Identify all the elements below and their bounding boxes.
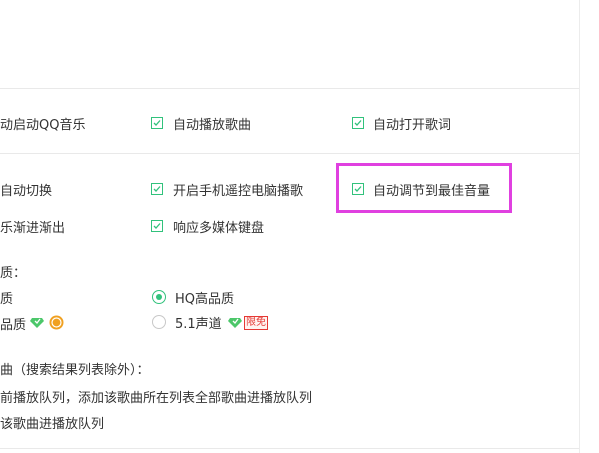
quality-option-left-2[interactable]: 品质 [0,314,26,333]
dblclick-option-2[interactable]: 该歌曲进播放队列 [0,413,104,432]
phone-remote-label[interactable]: 开启手机遥控电脑播歌 [173,180,303,199]
check-icon [354,120,362,126]
phone-remote-checkbox[interactable] [151,183,163,195]
check-icon [153,223,161,229]
diamond-icon [228,317,242,333]
divider-middle [0,153,579,154]
coin-icon [49,315,64,334]
surround-radio[interactable] [152,315,166,329]
hq-radio[interactable] [152,290,166,304]
diamond-icon [30,317,44,333]
quality-heading: 质： [0,266,27,281]
surround-label[interactable]: 5.1声道 [175,313,222,332]
check-icon [153,186,161,192]
auto-lyrics-label[interactable]: 自动打开歌词 [373,114,451,133]
media-keys-checkbox[interactable] [151,220,163,232]
dblclick-heading: 曲（搜索结果列表除外）： [0,363,150,378]
check-icon [153,120,161,126]
auto-switch-label[interactable]: 自动切换 [0,180,52,199]
auto-play-label[interactable]: 自动播放歌曲 [173,114,251,133]
auto-lyrics-checkbox[interactable] [352,117,364,129]
media-keys-label[interactable]: 响应多媒体键盘 [173,217,264,236]
dblclick-option-1[interactable]: 前播放队列，添加该歌曲所在列表全部歌曲进播放队列 [0,387,312,406]
quality-option-left-1[interactable]: 质 [0,288,13,307]
hq-label[interactable]: HQ高品质 [175,288,234,307]
divider-top [0,88,579,89]
free-badge: 限免 [244,316,268,330]
divider-bottom [0,448,579,449]
fade-label[interactable]: 乐渐进渐出 [0,217,65,236]
highlight-box [336,163,512,213]
right-border [579,0,580,453]
auto-start-label[interactable]: 动启动QQ音乐 [0,114,85,133]
auto-play-checkbox[interactable] [151,117,163,129]
